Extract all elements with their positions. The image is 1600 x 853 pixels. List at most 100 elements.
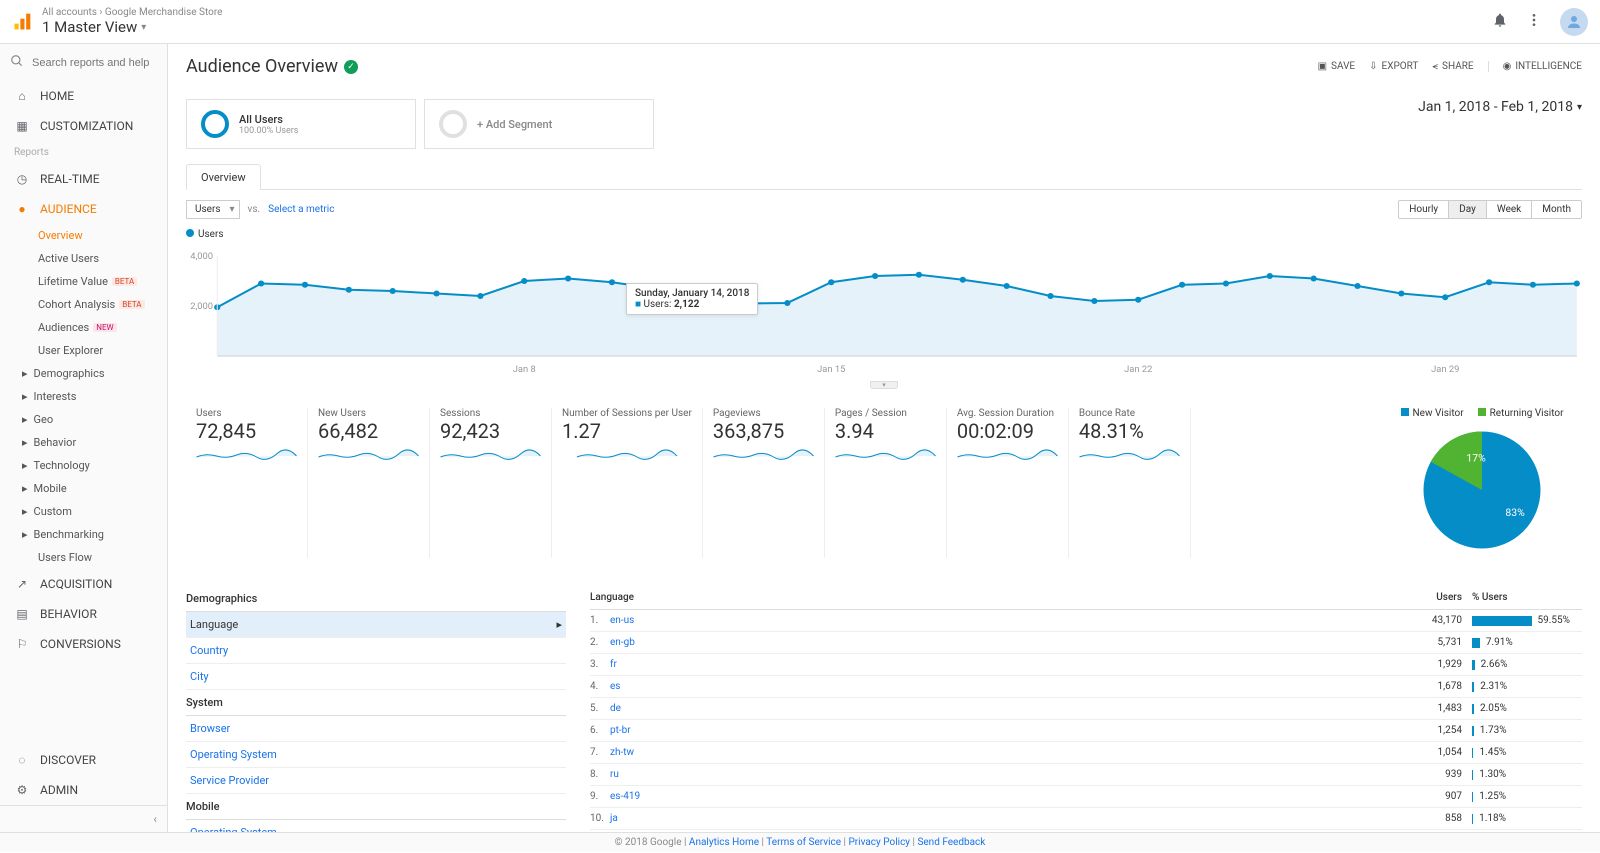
export-button[interactable]: ⇩EXPORT [1369, 61, 1418, 72]
metric-card[interactable]: Number of Sessions per User 1.27 [552, 408, 703, 558]
subnav-benchmarking[interactable]: ▸Benchmarking [0, 523, 167, 546]
row-language-link[interactable]: fr [610, 659, 1392, 670]
time-tab-month[interactable]: Month [1532, 201, 1581, 218]
dim-language[interactable]: Language▸ [186, 612, 566, 638]
breadcrumb-all[interactable]: All accounts [42, 7, 97, 18]
intelligence-button[interactable]: ◉INTELLIGENCE [1488, 61, 1582, 72]
caret-icon: ▸ [22, 505, 28, 518]
time-tab-week[interactable]: Week [1487, 201, 1532, 218]
search-icon [10, 54, 24, 71]
select-metric-link[interactable]: Select a metric [268, 204, 334, 215]
footer-terms[interactable]: Terms of Service [766, 837, 841, 848]
more-menu-icon[interactable] [1526, 12, 1542, 31]
nav-discover[interactable]: ◌ DISCOVER [0, 745, 167, 775]
subnav-overview[interactable]: Overview [38, 224, 167, 247]
add-segment-button[interactable]: + Add Segment [424, 99, 654, 149]
row-language-link[interactable]: es-419 [610, 791, 1392, 802]
nav-audience[interactable]: ● AUDIENCE [0, 194, 167, 224]
date-range-selector[interactable]: Jan 1, 2018 - Feb 1, 2018 ▾ [1418, 99, 1582, 115]
footer-privacy[interactable]: Privacy Policy [848, 837, 910, 848]
metric-card[interactable]: Pages / Session 3.94 [825, 408, 947, 558]
metric-value: 00:02:09 [957, 419, 1058, 443]
subnav-geo-label: Geo [34, 413, 54, 426]
caret-icon: ▸ [22, 436, 28, 449]
subnav-audiences[interactable]: AudiencesNEW [38, 316, 167, 339]
row-pct: 2.31% [1462, 681, 1582, 692]
row-language-link[interactable]: es [610, 681, 1392, 692]
row-language-link[interactable]: ja [610, 813, 1392, 824]
footer-feedback[interactable]: Send Feedback [917, 837, 985, 848]
segment-title: All Users [239, 113, 298, 126]
time-tab-day[interactable]: Day [1449, 201, 1487, 218]
lightbulb-icon: ◌ [14, 753, 30, 767]
segment-all-users[interactable]: All Users 100.00% Users [186, 99, 416, 149]
metric-label: Bounce Rate [1079, 408, 1180, 419]
chart-drag-handle[interactable]: ▾ [186, 376, 1582, 390]
subnav-active-users[interactable]: Active Users [38, 247, 167, 270]
subnav-custom[interactable]: ▸Custom [0, 500, 167, 523]
subnav-user-explorer[interactable]: User Explorer [38, 339, 167, 362]
row-language-link[interactable]: ru [610, 769, 1392, 780]
search-bar[interactable] [0, 44, 167, 81]
collapse-sidebar-button[interactable]: ‹ [0, 805, 167, 832]
share-button[interactable]: ⪪SHARE [1432, 61, 1473, 72]
row-users: 1,929 [1392, 659, 1462, 670]
beta-badge: BETA [112, 277, 137, 286]
subnav-mobile[interactable]: ▸Mobile [0, 477, 167, 500]
subnav-lifetime-value[interactable]: Lifetime ValueBETA [38, 270, 167, 293]
row-language-link[interactable]: zh-tw [610, 747, 1392, 758]
metric-card[interactable]: Bounce Rate 48.31% [1069, 408, 1191, 558]
metric-card[interactable]: New Users 66,482 [308, 408, 430, 558]
subnav-geo[interactable]: ▸Geo [0, 408, 167, 431]
subnav-demographics[interactable]: ▸Demographics [0, 362, 167, 385]
date-range-text: Jan 1, 2018 - Feb 1, 2018 [1418, 99, 1573, 115]
subnav-users-flow[interactable]: Users Flow [0, 546, 167, 569]
nav-conversions-label: CONVERSIONS [40, 637, 121, 651]
nav-customization[interactable]: ▦ CUSTOMIZATION [0, 111, 167, 141]
metric-card[interactable]: Pageviews 363,875 [703, 408, 825, 558]
th-pct-users: % Users [1462, 592, 1582, 603]
metric-card[interactable]: Users 72,845 [186, 408, 308, 558]
pie-legend-new: New Visitor [1413, 408, 1464, 419]
nav-behavior[interactable]: ▤ BEHAVIOR [0, 599, 167, 629]
dim-mobile-os[interactable]: Operating System [186, 820, 566, 832]
nav-admin[interactable]: ⚙ ADMIN [0, 775, 167, 805]
subnav-technology[interactable]: ▸Technology [0, 454, 167, 477]
nav-conversions[interactable]: ⚐ CONVERSIONS [0, 629, 167, 659]
save-button[interactable]: ▣SAVE [1318, 61, 1356, 72]
time-tab-hourly[interactable]: Hourly [1399, 201, 1449, 218]
dim-browser[interactable]: Browser [186, 716, 566, 742]
row-number: 4. [590, 681, 610, 692]
row-language-link[interactable]: en-us [610, 615, 1392, 626]
metric-card[interactable]: Avg. Session Duration 00:02:09 [947, 408, 1069, 558]
metric-dropdown[interactable]: Users [186, 200, 240, 219]
dim-os[interactable]: Operating System [186, 742, 566, 768]
row-language-link[interactable]: pt-br [610, 725, 1392, 736]
notifications-icon[interactable] [1492, 12, 1508, 31]
subnav-interests[interactable]: ▸Interests [0, 385, 167, 408]
row-language-link[interactable]: en-gb [610, 637, 1392, 648]
breadcrumb[interactable]: All accounts › Google Merchandise Store [42, 7, 1492, 18]
search-input[interactable] [32, 57, 157, 69]
svg-text:Jan 8: Jan 8 [513, 364, 536, 375]
view-title-selector[interactable]: 1 Master View ▾ [42, 18, 1492, 36]
user-avatar[interactable] [1560, 8, 1588, 36]
row-number: 7. [590, 747, 610, 758]
nav-realtime[interactable]: ◷ REAL-TIME [0, 164, 167, 194]
dim-city[interactable]: City [186, 664, 566, 690]
footer-analytics-home[interactable]: Analytics Home [689, 837, 759, 848]
nav-acquisition[interactable]: ↗ ACQUISITION [0, 569, 167, 599]
nav-home[interactable]: ⌂ HOME [0, 81, 167, 111]
tab-overview[interactable]: Overview [186, 164, 261, 190]
row-language-link[interactable]: de [610, 703, 1392, 714]
breadcrumb-store[interactable]: Google Merchandise Store [105, 7, 223, 18]
subnav-cohort[interactable]: Cohort AnalysisBETA [38, 293, 167, 316]
sparkline [713, 447, 814, 463]
subnav-behavior[interactable]: ▸Behavior [0, 431, 167, 454]
dim-country[interactable]: Country [186, 638, 566, 664]
row-number: 5. [590, 703, 610, 714]
row-users: 43,170 [1392, 615, 1462, 626]
metric-card[interactable]: Sessions 92,423 [430, 408, 552, 558]
svg-text:17%: 17% [1466, 451, 1486, 464]
dim-sp[interactable]: Service Provider [186, 768, 566, 794]
